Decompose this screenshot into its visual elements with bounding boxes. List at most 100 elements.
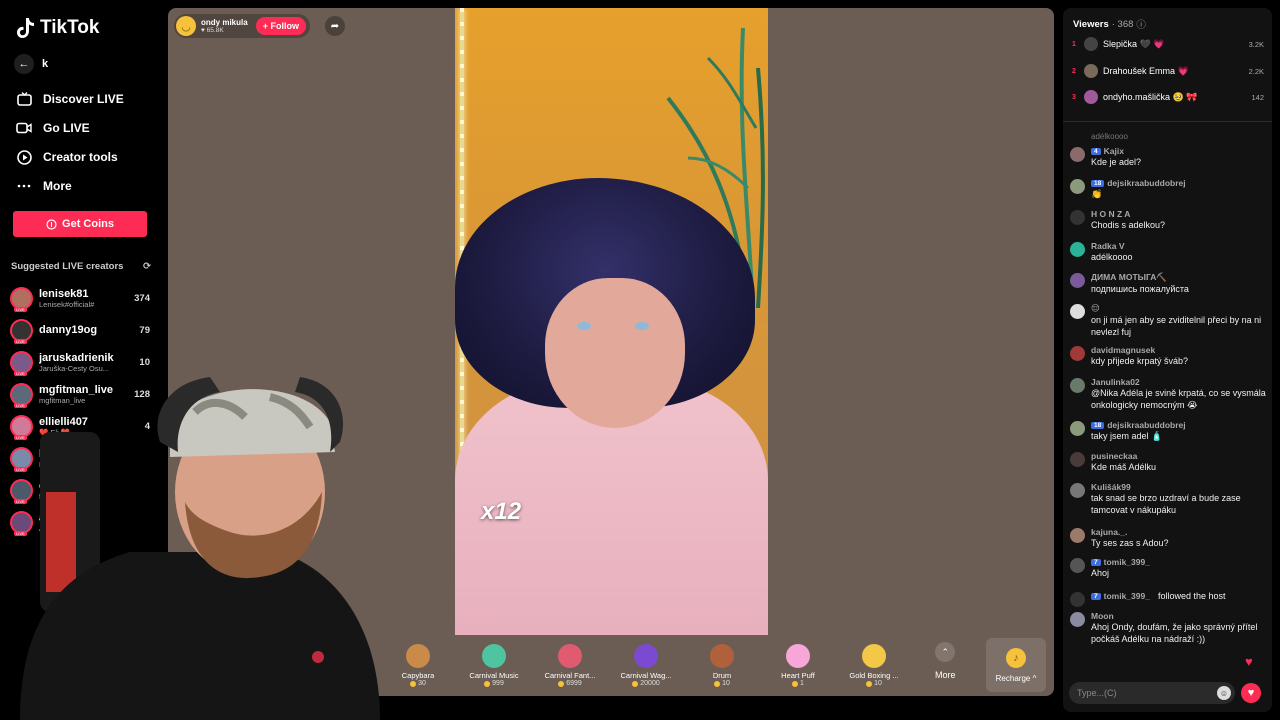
tiktok-live-page: TikTok ← k Discover LIVE Go LIVE Creator…	[0, 0, 1280, 720]
chat-username: Moon	[1091, 611, 1114, 621]
chat-message[interactable]: Kulišák99 tak snad se brzo uzdraví a bude…	[1070, 482, 1266, 516]
chat-message[interactable]: 4 Kajix Kde je adel?	[1070, 146, 1266, 168]
chat-user[interactable]: Janulinka02	[1091, 377, 1266, 387]
chat-user[interactable]: 😌	[1091, 303, 1266, 314]
chat-user[interactable]: Moon	[1091, 611, 1266, 621]
chat-message[interactable]: kajuna._. Ty ses zas s Adou?	[1070, 527, 1266, 549]
gift-item[interactable]: Drum 10	[684, 644, 760, 687]
chat-user[interactable]: pusineckaa	[1091, 451, 1266, 461]
gift-item[interactable]: Carnival Music 999	[456, 644, 532, 687]
chat-user[interactable]: 7 tomik_399_ followed the host	[1091, 591, 1266, 601]
chat-message[interactable]: Radka Vadélkoooo	[1070, 241, 1266, 263]
nav-label: Creator tools	[43, 150, 118, 164]
chat-user[interactable]: ДИМА МОТЫГА⛏️	[1091, 272, 1266, 283]
chat-user[interactable]: davidmagnusek	[1091, 345, 1266, 355]
gift-price: 10	[866, 680, 882, 687]
nav-go-live[interactable]: Go LIVE	[16, 120, 90, 136]
level-badge: 7	[1091, 592, 1101, 600]
chat-user[interactable]: 18 dejsikraabuddobrej	[1091, 178, 1266, 188]
gift-item[interactable]: Carnival Fant... 6999	[532, 644, 608, 687]
chat-user[interactable]: 18 dejsikraabuddobrej	[1091, 420, 1266, 430]
host-info[interactable]: ◡ ondy mikula ♥ 65.8K + Follow	[174, 14, 310, 38]
gift-price: 1	[792, 680, 804, 687]
chat-message[interactable]: pusineckaa Kde máš Adélku	[1070, 451, 1266, 473]
avatar	[1070, 558, 1085, 573]
chat-input[interactable]: Type...(C) ☺	[1069, 682, 1235, 704]
gift-item[interactable]: Capybara 30	[380, 644, 456, 687]
top-viewer[interactable]: 3 ondyho.mašlička 🥹 🎀 142	[1072, 89, 1264, 105]
chat-text: Ahoj Ondy, doufám, že jako správný příte…	[1091, 622, 1258, 644]
chat-username: Radka V	[1091, 241, 1125, 251]
chat-user[interactable]: kajuna._.	[1091, 527, 1266, 537]
share-icon[interactable]: ➦	[325, 16, 345, 36]
creator-item[interactable]: LIVE danny19og 79	[10, 316, 150, 344]
chat-user[interactable]: 4 Kajix	[1091, 146, 1266, 156]
nav-discover-live[interactable]: Discover LIVE	[16, 91, 124, 107]
chat-message[interactable]: H O N Z A Chodis s adelkou?	[1070, 209, 1266, 231]
gift-item[interactable]: Heart Puff 1	[760, 644, 836, 687]
top-viewer[interactable]: 2 Drahoušek Emma 💗 2.2K	[1072, 63, 1264, 79]
gift-price-value: 6999	[566, 680, 582, 687]
carnival-wagon-icon	[634, 644, 658, 668]
gift-name: Capybara	[401, 671, 435, 680]
host-likes-value: 65.8K	[206, 27, 224, 34]
get-coins-button[interactable]: Get Coins	[13, 211, 147, 237]
eye	[577, 322, 591, 330]
follow-button[interactable]: + Follow	[255, 17, 306, 35]
emoji-icon[interactable]: ☺	[1217, 686, 1231, 700]
chat-user[interactable]: H O N Z A	[1091, 209, 1266, 219]
nav-label: More	[43, 179, 72, 193]
chat-message[interactable]: ДИМА МОТЫГА⛏️ подпишись пожалуйста	[1070, 272, 1266, 295]
chat-username: H O N Z A	[1091, 209, 1131, 219]
nav-creator-tools[interactable]: Creator tools	[16, 149, 118, 165]
gift-name: Heart Puff	[781, 671, 815, 680]
nav-label: Go LIVE	[43, 121, 90, 135]
level-badge: 18	[1091, 421, 1105, 429]
chat-message[interactable]: 7 tomik_399_ followed the host	[1070, 591, 1266, 607]
chat-message[interactable]: 😌 on ji má jen aby se zviditelnil přeci b…	[1070, 303, 1266, 338]
nav-more[interactable]: More	[16, 178, 72, 194]
more-gifts-button[interactable]: ⌃ More	[935, 642, 956, 680]
chat-message[interactable]: 7 tomik_399_ Ahoj	[1070, 557, 1266, 579]
chat-message[interactable]: davidmagnusek kdy přijede krpatý šváb?	[1070, 345, 1266, 367]
refresh-icon[interactable]: ⟳	[143, 261, 151, 272]
creator-sub: Lenisek#official#	[39, 299, 95, 309]
host-likes: ♥ 65.8K	[201, 27, 248, 34]
gift-multiplier: x12	[481, 498, 522, 525]
chat-username: Janulinka02	[1091, 377, 1140, 387]
suggested-title: Suggested LIVE creators	[11, 261, 124, 272]
gift-price: 6999	[558, 680, 582, 687]
gift-item[interactable]: Carnival Wag... 20000	[608, 644, 684, 687]
viewer-rank: 2	[1072, 67, 1076, 75]
chat-message[interactable]: Janulinka02 @Nika Adéla je svině krpatá, …	[1070, 377, 1266, 411]
back-arrow-icon[interactable]: ←	[14, 54, 34, 74]
creator-item[interactable]: LIVE lenisek81 Lenisek#official# 374	[10, 284, 150, 312]
heart-puff-icon	[786, 644, 810, 668]
chat-message[interactable]: 18 dejsikraabuddobrej 👏	[1070, 178, 1266, 200]
chat-message[interactable]: 18 dejsikraabuddobrej taky jsem adel 🧴	[1070, 420, 1266, 442]
avatar: LIVE	[10, 286, 33, 312]
like-heart-button[interactable]: ♥	[1241, 683, 1261, 703]
chat-panel: Viewers · 368 ⓘ 1 Slepička 🖤 💗 3.2K 2 Dr…	[1063, 8, 1272, 712]
chat-username: kajuna._.	[1091, 527, 1128, 537]
chat-user[interactable]: 7 tomik_399_	[1091, 557, 1266, 567]
viewer-score: 3.2K	[1248, 39, 1264, 49]
gift-name: Gold Boxing ...	[849, 671, 899, 680]
level-badge: 18	[1091, 179, 1105, 187]
viewers-header[interactable]: Viewers · 368 ⓘ	[1073, 17, 1146, 32]
live-badge-icon: LIVE	[14, 338, 27, 344]
gift-item[interactable]: Gold Boxing ... 10	[836, 644, 912, 687]
viewer-count: 10	[139, 356, 150, 368]
tiktok-logo[interactable]: TikTok	[16, 17, 99, 39]
chat-message[interactable]: Moon Ahoj Ondy, doufám, že jako správný p…	[1070, 611, 1266, 645]
heart-icon: ♥	[1245, 654, 1253, 669]
chat-user[interactable]: Kulišák99	[1091, 482, 1266, 492]
chat-text: Kde je adel?	[1091, 157, 1142, 167]
recharge-button[interactable]: ♪ Recharge ^	[986, 638, 1046, 692]
chat-text: Ty ses zas s Adou?	[1091, 538, 1169, 548]
gold-boxing-icon	[862, 644, 886, 668]
chat-username: ДИМА МОТЫГА⛏️	[1091, 272, 1167, 282]
viewer-rank: 3	[1072, 93, 1076, 101]
chat-user[interactable]: Radka V	[1091, 241, 1266, 251]
top-viewer[interactable]: 1 Slepička 🖤 💗 3.2K	[1072, 36, 1264, 52]
